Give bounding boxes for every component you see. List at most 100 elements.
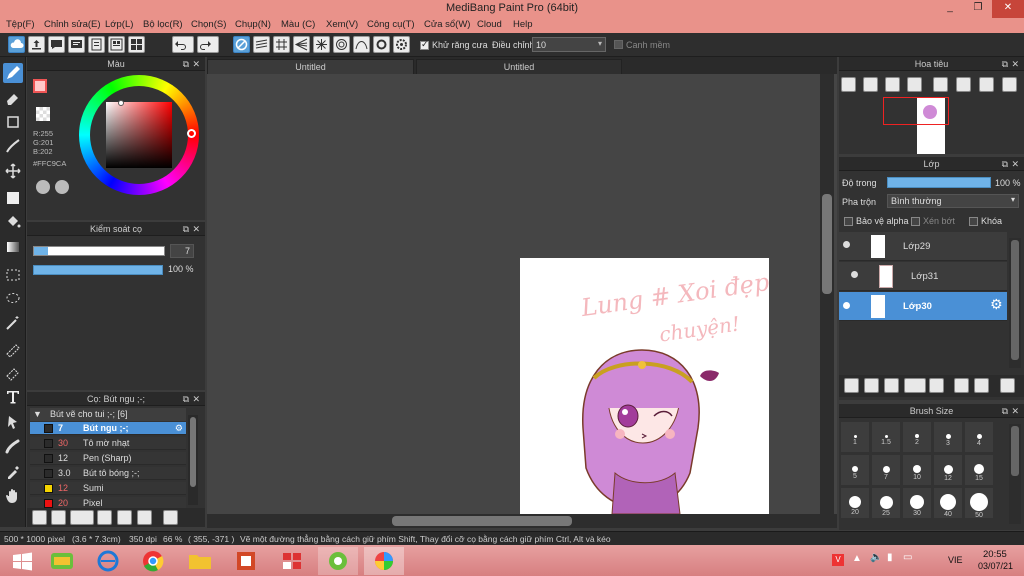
navigator-viewport[interactable] <box>883 97 949 125</box>
brush-size-scrollbar[interactable] <box>1009 424 1021 524</box>
bucket-tool-icon[interactable] <box>3 212 23 232</box>
powerpoint-icon[interactable] <box>226 547 266 575</box>
menu-help[interactable]: Help <box>513 19 533 30</box>
brush-list-scrollbar[interactable] <box>188 415 198 505</box>
transparent-color-swatch[interactable] <box>36 107 50 121</box>
menu-tools[interactable]: Công cụ(T) <box>367 19 415 30</box>
brush-item[interactable]: 30 Tô mờ nhạt <box>30 437 186 450</box>
pen-tool-icon[interactable] <box>3 136 23 156</box>
vanishing-snap-icon[interactable] <box>293 36 310 53</box>
zoom-out-icon[interactable] <box>841 77 856 92</box>
close-icon[interactable]: ✕ <box>192 392 200 406</box>
operation-tool-icon[interactable] <box>3 412 23 432</box>
circle-snap-icon[interactable] <box>333 36 350 53</box>
brush-item[interactable]: 7 Bút ngu ;-; ⚙ <box>30 422 186 435</box>
gear-icon[interactable]: ⚙ <box>990 296 1003 313</box>
flip-icon[interactable] <box>956 77 971 92</box>
layer-row[interactable]: Lớp31 <box>839 262 1007 291</box>
app-grid-icon[interactable] <box>272 547 312 575</box>
clock-date[interactable]: 03/07/21 <box>978 561 1013 571</box>
layout-icon[interactable] <box>128 36 145 53</box>
eye-icon[interactable] <box>843 302 850 309</box>
vertical-scrollbar[interactable] <box>820 74 834 514</box>
brush-size-option[interactable]: 12 <box>934 455 962 485</box>
brush-size-option[interactable]: 1.5 <box>872 422 900 452</box>
settings-snap-icon[interactable] <box>373 36 390 53</box>
trash-icon[interactable] <box>163 510 178 525</box>
hand-tool-icon[interactable] <box>3 486 23 506</box>
blur-tool-icon[interactable] <box>3 436 23 456</box>
scrollbar-thumb[interactable] <box>1011 426 1019 476</box>
rotate-left-icon[interactable] <box>933 77 948 92</box>
scrollbar-thumb[interactable] <box>822 194 832 294</box>
brush-size-option[interactable]: 2 <box>903 422 931 452</box>
curve-snap-icon[interactable] <box>353 36 370 53</box>
add-brush-icon[interactable] <box>32 510 47 525</box>
snap-checkbox[interactable] <box>614 40 623 49</box>
layer-row-selected[interactable]: Lớp30 ⚙ <box>839 292 1007 321</box>
close-icon[interactable]: ✕ <box>1011 157 1019 171</box>
eyedropper-icon[interactable] <box>3 462 23 482</box>
layer-scrollbar[interactable] <box>1009 238 1021 368</box>
layer-opacity-slider[interactable] <box>887 177 991 188</box>
color-picker-cursor[interactable] <box>118 100 124 106</box>
protect-alpha-checkbox[interactable] <box>844 217 853 226</box>
upload-icon[interactable] <box>28 36 45 53</box>
antialias-checkbox[interactable] <box>420 39 429 50</box>
internet-explorer-icon[interactable] <box>88 547 128 575</box>
minimize-button[interactable]: _ <box>936 0 964 18</box>
magic-wand-icon[interactable] <box>3 313 23 333</box>
brush-size-option[interactable]: 4 <box>965 422 993 452</box>
clock-time[interactable]: 20:55 <box>983 549 1007 560</box>
duplicate-icon[interactable] <box>137 510 152 525</box>
undo-icon[interactable] <box>172 36 194 53</box>
duplicate-icon[interactable] <box>954 378 969 393</box>
cloud-icon[interactable] <box>8 36 25 53</box>
brush-size-value[interactable]: 7 <box>170 244 194 258</box>
brush-size-slider[interactable] <box>33 246 165 256</box>
clipping-checkbox[interactable] <box>911 217 920 226</box>
menu-color[interactable]: Màu (C) <box>281 19 315 30</box>
actual-size-icon[interactable] <box>907 77 922 92</box>
gradient-tool-icon[interactable] <box>3 237 23 257</box>
brush-menu-icon[interactable] <box>70 510 94 525</box>
horizontal-scrollbar[interactable] <box>207 514 837 528</box>
brush-size-option[interactable]: 15 <box>965 455 993 485</box>
maximize-button[interactable]: ❐ <box>964 0 992 18</box>
close-icon[interactable]: ✕ <box>1011 404 1019 418</box>
canvas-paper[interactable]: Lung # Xoi đẹp 2k chuyện! <box>520 258 769 514</box>
brush-opacity-slider[interactable] <box>33 265 163 275</box>
windows-start-icon[interactable] <box>2 547 42 575</box>
brush-size-option[interactable]: 5 <box>841 455 869 485</box>
trash-icon[interactable] <box>1000 378 1015 393</box>
brush-size-option[interactable]: 30 <box>903 488 931 518</box>
brush-size-option[interactable]: 3 <box>934 422 962 452</box>
battery-icon[interactable]: ▭ <box>903 552 912 563</box>
new-layer-8bit-icon[interactable] <box>864 378 879 393</box>
menu-window[interactable]: Cửa sổ(W) <box>424 19 470 30</box>
bluestacks-icon[interactable] <box>42 547 82 575</box>
scrollbar-thumb[interactable] <box>190 417 196 487</box>
brush-size-option[interactable]: 40 <box>934 488 962 518</box>
medibang-icon[interactable] <box>364 547 404 575</box>
foreground-color-swatch[interactable] <box>33 79 47 93</box>
no-snap-icon[interactable] <box>233 36 250 53</box>
fill-rect-icon[interactable] <box>3 188 23 208</box>
file-explorer-icon[interactable] <box>180 547 220 575</box>
green-app-icon[interactable] <box>318 547 358 575</box>
menu-layer[interactable]: Lớp(L) <box>105 19 133 30</box>
rectangle-select-icon[interactable] <box>3 112 23 132</box>
brush-size-option[interactable]: 50 <box>965 488 993 519</box>
brush-size-option[interactable]: 7 <box>872 455 900 485</box>
close-icon[interactable]: ✕ <box>192 222 200 236</box>
cross-snap-icon[interactable] <box>273 36 290 53</box>
zoom-in-icon[interactable] <box>863 77 878 92</box>
float-icon[interactable]: ⧉ <box>1002 57 1008 71</box>
rotate-right-icon[interactable] <box>979 77 994 92</box>
select-pen-icon[interactable] <box>3 338 23 358</box>
chrome-icon[interactable] <box>133 547 173 575</box>
close-button[interactable]: ✕ <box>992 0 1024 18</box>
palette-add-icon[interactable] <box>55 180 69 194</box>
parallel-snap-icon[interactable] <box>253 36 270 53</box>
menu-filter[interactable]: Bộ lọc(R) <box>143 19 183 30</box>
